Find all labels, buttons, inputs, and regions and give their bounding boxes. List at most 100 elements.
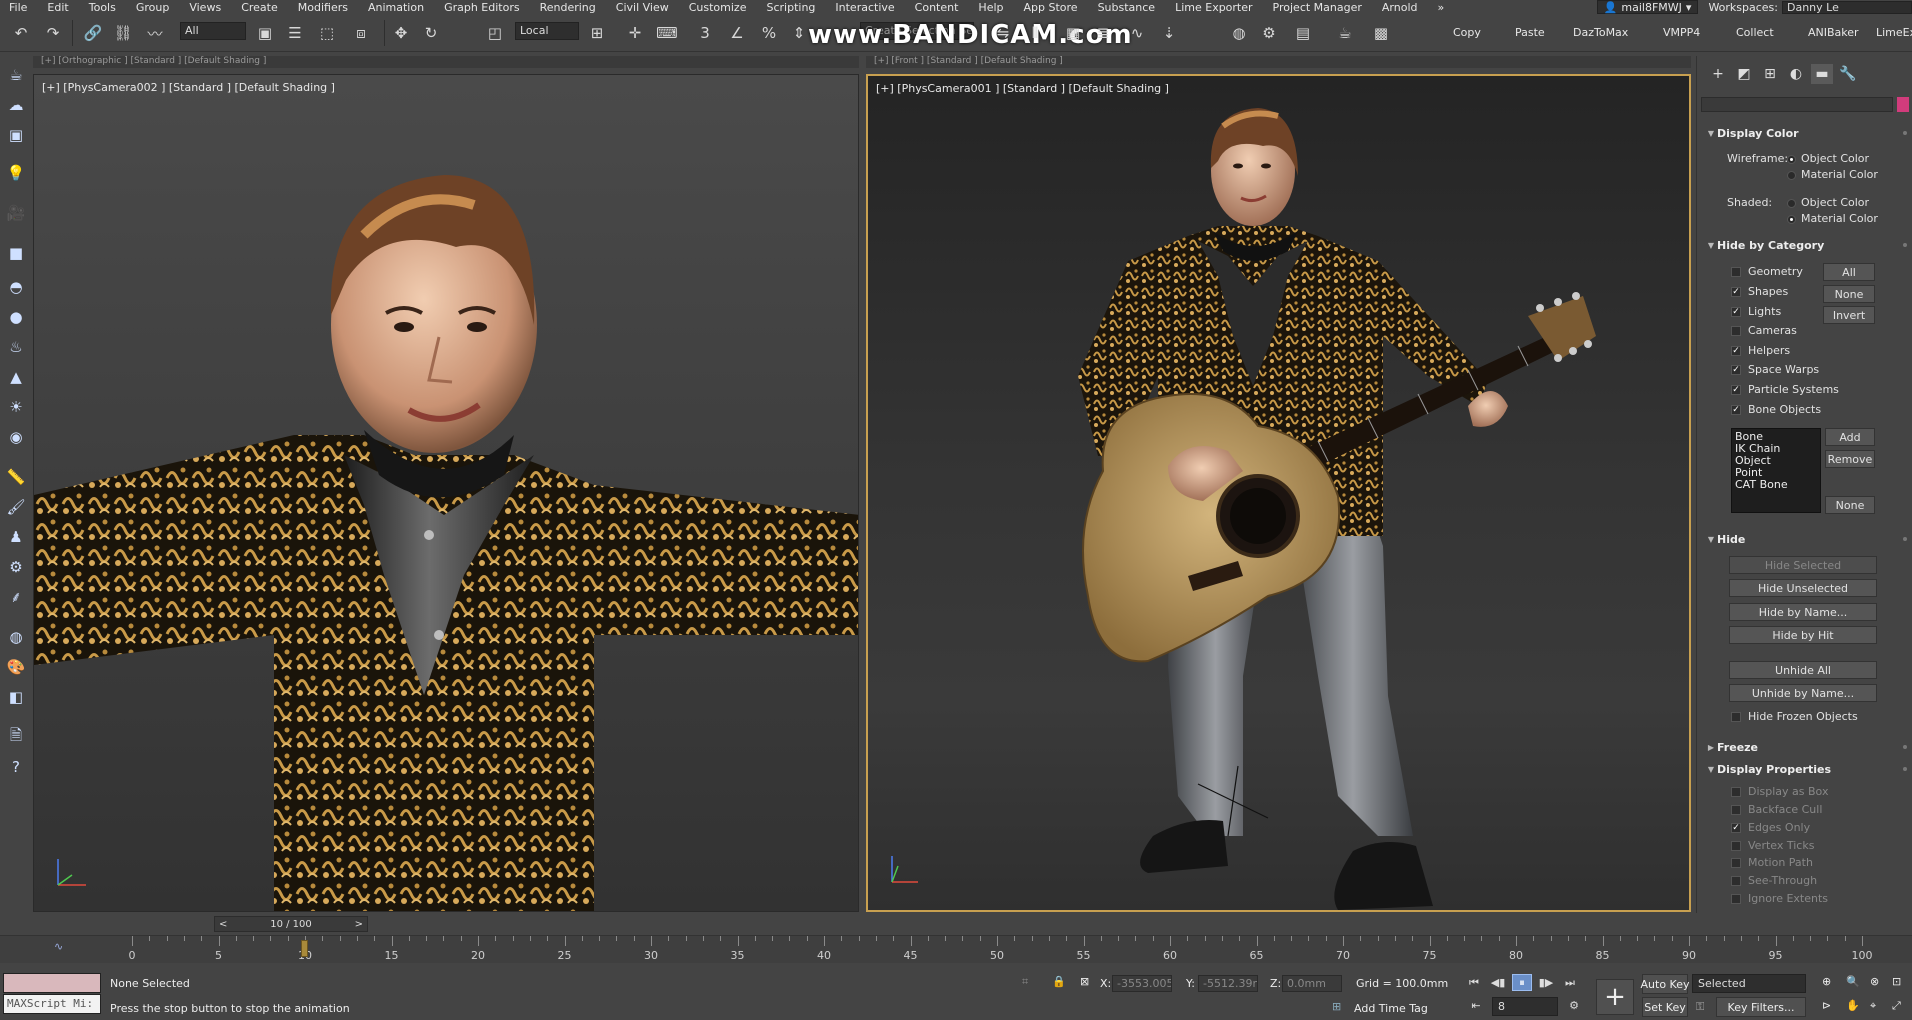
category-all-button[interactable]: All <box>1823 263 1875 281</box>
unhide-all-button[interactable]: Unhide All <box>1729 661 1877 679</box>
list-item[interactable]: IK Chain Object <box>1735 443 1817 467</box>
list-remove-button[interactable]: Remove <box>1825 450 1875 468</box>
gear-icon[interactable]: ⚙ <box>5 556 27 578</box>
list-none-button[interactable]: None <box>1825 496 1875 514</box>
category-lights[interactable]: ✓ Lights <box>1731 305 1781 318</box>
utilities-tab-icon[interactable]: 🔧 <box>1837 64 1859 84</box>
z-coordinate-field[interactable]: 0.0mm <box>1282 975 1342 992</box>
category-none-button[interactable]: None <box>1823 285 1875 303</box>
menu-customize[interactable]: Customize <box>680 1 758 14</box>
category-cameras[interactable]: Cameras <box>1731 324 1797 337</box>
x-coordinate-field[interactable]: -3553.005r <box>1112 975 1172 992</box>
category-particle-systems[interactable]: ✓ Particle Systems <box>1731 383 1839 396</box>
time-cursor[interactable] <box>301 940 308 957</box>
walkthrough-icon[interactable]: ⌖ <box>1870 999 1876 1013</box>
menu-help[interactable]: Help <box>969 1 1014 14</box>
fov-icon[interactable]: ⊳ <box>1822 999 1831 1012</box>
key-icon[interactable]: ⚿ <box>1696 1000 1704 1014</box>
palette-icon[interactable]: 🎨 <box>5 656 27 678</box>
selection-lock-icon[interactable]: 🔒 <box>1052 975 1066 988</box>
camera-icon[interactable]: 🎥 <box>5 202 27 224</box>
modify-tab-icon[interactable]: ◩ <box>1733 64 1755 84</box>
move-icon[interactable]: ✥ <box>388 21 414 45</box>
object-color-swatch[interactable] <box>1897 97 1909 112</box>
category-invert-button[interactable]: Invert <box>1823 306 1875 324</box>
box-icon[interactable]: ■ <box>5 242 27 264</box>
orbit-icon[interactable]: ⊕ <box>1822 975 1831 988</box>
motion-tab-icon[interactable]: ◐ <box>1785 64 1807 84</box>
set-key-button[interactable]: Set Key <box>1642 997 1688 1017</box>
menu-file[interactable]: File <box>0 1 38 14</box>
undo-icon[interactable]: ↶ <box>8 21 34 45</box>
paint-icon[interactable]: 🖌 <box>5 496 27 518</box>
key-filters-button[interactable]: Key Filters... <box>1716 997 1806 1017</box>
next-frame-button[interactable]: > <box>355 919 363 930</box>
list-add-button[interactable]: Add <box>1825 428 1875 446</box>
mini-curve-editor-icon[interactable]: ∿ <box>54 940 63 953</box>
maxscript-listener-output[interactable] <box>3 973 101 993</box>
display-tab-icon[interactable]: ▬ <box>1811 64 1833 84</box>
scene-icon[interactable]: ◧ <box>5 686 27 708</box>
viewport-label-right[interactable]: [+] [PhysCamera001 ] [Standard ] [Defaul… <box>876 82 1169 95</box>
absolute-mode-icon[interactable]: ⊠ <box>1080 975 1089 988</box>
script-paste[interactable]: Paste <box>1515 26 1545 39</box>
menu-content[interactable]: Content <box>906 1 970 14</box>
menu-scripting[interactable]: Scripting <box>757 1 826 14</box>
schematic-view-icon[interactable]: ⇣ <box>1156 21 1182 45</box>
category-bone-objects[interactable]: ✓ Bone Objects <box>1731 403 1821 416</box>
render-teapot-icon[interactable]: ☕ <box>1332 21 1358 45</box>
menu-graph-editors[interactable]: Graph Editors <box>435 1 531 14</box>
auto-key-button[interactable]: Auto Key <box>1641 974 1690 994</box>
go-to-end-icon[interactable]: ⏭ <box>1560 974 1580 991</box>
category-list[interactable]: Bone IK Chain Object Point CAT Bone <box>1731 428 1821 513</box>
menu-project-manager[interactable]: Project Manager <box>1264 1 1373 14</box>
wireframe-material-color[interactable]: Material Color <box>1787 168 1878 181</box>
pivot-center-icon[interactable]: ⊞ <box>584 21 610 45</box>
menu-rendering[interactable]: Rendering <box>531 1 607 14</box>
reference-coord-select[interactable]: Local <box>515 22 579 40</box>
see-through-checkbox[interactable]: See-Through <box>1731 874 1817 887</box>
select-manipulate-icon[interactable]: ✛ <box>622 21 648 45</box>
shaded-material-color[interactable]: Material Color <box>1787 212 1878 225</box>
time-tag-icon[interactable]: ⊞ <box>1332 1000 1341 1013</box>
mirror-icon[interactable]: ⇋ <box>990 21 1016 45</box>
redo-icon[interactable]: ↷ <box>40 21 66 45</box>
scene-explorer-icon[interactable]: ≣ <box>1090 21 1116 45</box>
hide-by-name-button[interactable]: Hide by Name... <box>1729 603 1877 621</box>
ignore-extents-checkbox[interactable]: Ignore Extents <box>1731 892 1828 905</box>
set-key-big-icon[interactable]: + <box>1596 979 1634 1015</box>
snap-toggle-icon[interactable]: 3 <box>692 21 718 45</box>
shaded-object-color[interactable]: Object Color <box>1787 196 1869 209</box>
help-icon[interactable]: ? <box>5 756 27 778</box>
render-frame-icon[interactable]: ▤ <box>1290 21 1316 45</box>
menu-group[interactable]: Group <box>127 1 181 14</box>
link-icon[interactable]: 🔗 <box>80 21 106 45</box>
zoom-icon[interactable]: 🔍 <box>1846 975 1860 988</box>
wireframe-object-color[interactable]: Object Color <box>1787 152 1869 165</box>
render-layout-icon[interactable]: ▩ <box>1368 21 1394 45</box>
zoom-all-icon[interactable]: ⊗ <box>1870 975 1879 988</box>
script-daztomax[interactable]: DazToMax <box>1573 26 1628 39</box>
viewport-physcamera001[interactable]: [+] [PhysCamera001 ] [Standard ] [Defaul… <box>866 74 1691 912</box>
hide-selected-button[interactable]: Hide Selected <box>1729 556 1877 574</box>
current-frame-field[interactable]: 8 <box>1492 997 1558 1016</box>
object-name-field[interactable] <box>1701 97 1893 112</box>
sphere-icon[interactable]: ● <box>5 306 27 328</box>
viewport-physcamera002[interactable]: [+] [PhysCamera002 ] [Standard ] [Defaul… <box>33 74 859 912</box>
grass-icon[interactable]: ⸙ <box>5 586 27 608</box>
vertex-ticks-checkbox[interactable]: Vertex Ticks <box>1731 839 1814 852</box>
stop-icon[interactable]: ⏸ <box>1512 974 1532 991</box>
hide-by-category-header[interactable]: ▼ Hide by Category <box>1705 236 1907 254</box>
maxscript-listener-input[interactable]: MAXScript Mi: <box>3 994 101 1014</box>
go-to-start-icon[interactable]: ⏮ <box>1464 974 1484 991</box>
menu-civil-view[interactable]: Civil View <box>607 1 680 14</box>
maximize-viewport-icon[interactable]: ⤢ <box>1892 999 1901 1013</box>
document-icon[interactable]: 🗎 <box>5 726 27 748</box>
menu-animation[interactable]: Animation <box>359 1 435 14</box>
category-geometry[interactable]: Geometry <box>1731 265 1803 278</box>
hide-header[interactable]: ▼ Hide <box>1705 530 1907 548</box>
bind-space-warp-icon[interactable]: 〰 <box>142 21 168 45</box>
dome-icon[interactable]: ◓ <box>5 276 27 298</box>
hide-frozen-checkbox[interactable]: Hide Frozen Objects <box>1731 710 1858 723</box>
script-collect[interactable]: Collect <box>1736 26 1774 39</box>
